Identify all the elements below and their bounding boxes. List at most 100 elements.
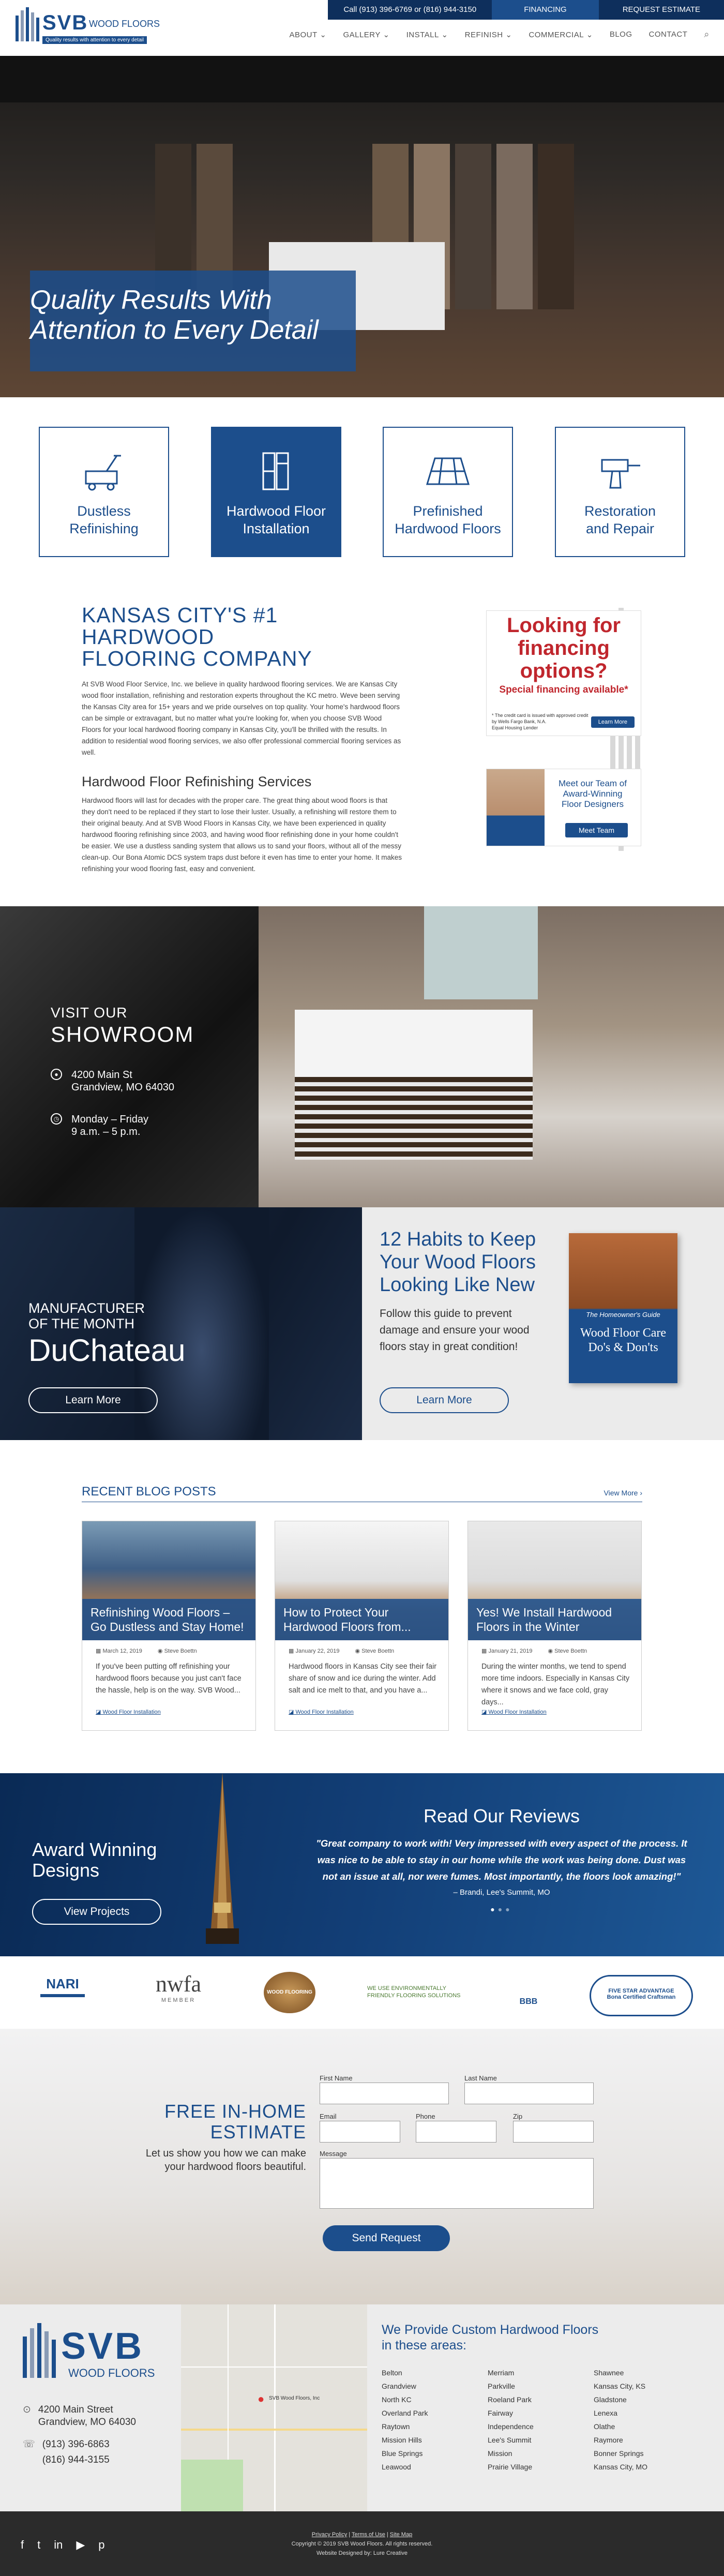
first-name-label: First Name <box>320 2074 353 2082</box>
footer-logo-icon <box>23 2323 56 2378</box>
nav-install[interactable]: INSTALL ⌄ <box>406 30 448 39</box>
nav-blog[interactable]: BLOG <box>610 30 632 39</box>
blog-title[interactable]: Refinishing Wood Floors – Go Dustless an… <box>82 1599 255 1640</box>
top-bar: Call (913) 396-6769 or (816) 944-3150 FI… <box>328 0 724 20</box>
footer-address: ⊙ 4200 Main Street Grandview, MO 64030 <box>23 2404 136 2428</box>
last-name-field[interactable] <box>464 2083 594 2104</box>
logo-subtext: WOOD FLOORS <box>89 19 160 29</box>
last-name-label: Last Name <box>464 2074 497 2082</box>
main-nav: ABOUT ⌄ GALLERY ⌄ INSTALL ⌄ REFINISH ⌄ C… <box>290 29 710 40</box>
floorboards-icon <box>426 457 470 485</box>
terms-link[interactable]: Terms of Use <box>352 2532 385 2538</box>
sander-icon <box>85 455 121 491</box>
message-label: Message <box>320 2150 347 2158</box>
nav-contact[interactable]: CONTACT <box>649 30 688 39</box>
blog-card[interactable]: Yes! We Install Hardwood Floors in the W… <box>467 1521 642 1731</box>
chevron-down-icon: ⌄ <box>441 30 448 39</box>
map[interactable]: ● SVB Wood Floors, Inc <box>181 2304 367 2511</box>
search-icon[interactable]: ⌕ <box>704 29 710 40</box>
service-prefinished-floors[interactable]: Prefinished Hardwood Floors <box>383 427 513 557</box>
site-header: SVB WOOD FLOORS Quality results with att… <box>0 0 724 56</box>
city-item: Prairie Village <box>488 2463 533 2471</box>
phone-field[interactable] <box>416 2121 496 2143</box>
team-card[interactable]: Meet our Team of Award-Winning Floor Desig… <box>486 769 641 846</box>
user-icon: ◉ <box>157 1648 163 1654</box>
city-item: Lee's Summit <box>488 2436 532 2444</box>
blog-tag[interactable]: ◪ Wood Floor Installation <box>481 1709 547 1715</box>
intro-title: KANSAS CITY'S #1 HARDWOOD FLOORING COMPAN… <box>82 603 312 670</box>
blog-header: RECENT BLOG POSTS View More › <box>82 1485 642 1502</box>
financing-button[interactable]: FINANCING <box>492 0 599 20</box>
display-panel <box>496 144 533 309</box>
map-pin-icon: ● <box>51 1069 62 1080</box>
view-projects-button[interactable]: View Projects <box>32 1899 161 1925</box>
blog-card[interactable]: Refinishing Wood Floors – Go Dustless an… <box>82 1521 256 1731</box>
footer-logo-text: SVB <box>61 2326 144 2367</box>
dot-icon[interactable]: ● <box>498 1905 505 1913</box>
footer-phone-link[interactable]: (816) 944-3155 <box>42 2454 110 2465</box>
service-label: Hardwood Floors <box>395 521 501 536</box>
chevron-right-icon: › <box>640 1489 642 1497</box>
blog-tag[interactable]: ◪ Wood Floor Installation <box>96 1709 161 1715</box>
send-request-button[interactable]: Send Request <box>323 2225 450 2251</box>
blog-title[interactable]: How to Protect Your Hardwood Floors from… <box>275 1599 448 1640</box>
book-title: Wood Floor Care Do's & Don'ts <box>580 1326 667 1354</box>
service-label: Refinishing <box>69 521 139 536</box>
countertop <box>295 1010 533 1077</box>
service-restoration-repair[interactable]: Restoration and Repair <box>555 427 685 557</box>
wood-flooring-badge: WOOD FLOORING <box>264 1972 315 2013</box>
nav-about[interactable]: ABOUT ⌄ <box>290 30 327 39</box>
map-pin-icon[interactable]: ● <box>258 2392 264 2406</box>
logo[interactable]: SVB WOOD FLOORS Quality results with att… <box>13 5 163 49</box>
tag-icon: ◪ <box>481 1709 487 1715</box>
map-pin-icon: ⊙ <box>23 2404 31 2415</box>
request-estimate-button[interactable]: REQUEST ESTIMATE <box>598 0 724 20</box>
showroom-hours: ◷ Monday – Friday 9 a.m. – 5 p.m. <box>51 1113 194 1138</box>
city-item: Shawnee <box>594 2369 624 2377</box>
dot-icon[interactable]: ● <box>490 1905 497 1913</box>
logo-tagline: Quality results with attention to every … <box>42 36 147 44</box>
city-item: Blue Springs <box>382 2449 423 2458</box>
message-field[interactable] <box>320 2158 594 2209</box>
financing-learn-more-button[interactable]: Learn More <box>591 716 635 728</box>
book-subtitle: The Homeowner's Guide <box>586 1311 660 1319</box>
email-field[interactable] <box>320 2121 400 2143</box>
privacy-link[interactable]: Privacy Policy <box>312 2532 347 2538</box>
areas-title: We Provide Custom Hardwood Floors in thes… <box>382 2323 599 2353</box>
service-hardwood-installation[interactable]: Hardwood Floor Installation <box>211 427 341 557</box>
city-item: Merriam <box>488 2369 515 2377</box>
city-item: Roeland Park <box>488 2395 532 2404</box>
partner-logos: NARI nwfa MEMBER WOOD FLOORING WE USE ENV… <box>0 1956 724 2029</box>
financing-subtitle: Special financing available* <box>499 684 628 695</box>
service-label: Restoration <box>584 503 656 519</box>
meet-team-button[interactable]: Meet Team <box>565 823 628 837</box>
city-item: North KC <box>382 2395 412 2404</box>
sitemap-link[interactable]: Site Map <box>390 2532 412 2538</box>
showroom-title: SHOWROOM <box>51 1022 194 1046</box>
view-more-link[interactable]: View More › <box>604 1489 642 1497</box>
service-label: Dustless <box>77 503 131 519</box>
phone-link[interactable]: Call (913) 396-6769 or (816) 944-3150 <box>328 0 492 20</box>
blog-card[interactable]: How to Protect Your Hardwood Floors from… <box>275 1521 449 1731</box>
nav-gallery[interactable]: GALLERY ⌄ <box>343 30 389 39</box>
first-name-field[interactable] <box>320 2083 449 2104</box>
zip-field[interactable] <box>513 2121 594 2143</box>
dot-icon[interactable]: ● <box>505 1905 512 1913</box>
service-dustless-refinishing[interactable]: Dustless Refinishing <box>39 427 169 557</box>
blog-title[interactable]: Yes! We Install Hardwood Floors in the W… <box>468 1599 641 1640</box>
tag-icon: ◪ <box>289 1709 294 1715</box>
guide-book[interactable]: The Homeowner's Guide Wood Floor Care Do'… <box>569 1233 677 1383</box>
nav-refinish[interactable]: REFINISH ⌄ <box>465 30 512 39</box>
review-author: – Brandi, Lee's Summit, MO <box>453 1888 550 1897</box>
footer-phone-link[interactable]: (913) 396-6863 <box>42 2439 110 2450</box>
map-label: SVB Wood Floors, Inc <box>269 2395 320 2401</box>
manufacturer-learn-more-button[interactable]: Learn More <box>28 1387 158 1413</box>
nav-commercial[interactable]: COMMERCIAL ⌄ <box>529 30 593 39</box>
guide-learn-more-button[interactable]: Learn More <box>380 1387 509 1413</box>
hero-line: Attention to Every Detail <box>30 315 319 345</box>
manufacturer-section: MANUFACTURER OF THE MONTH DuChateau Learn… <box>0 1207 362 1440</box>
carousel-dots[interactable]: ●●● <box>300 1905 703 1913</box>
blog-tag[interactable]: ◪ Wood Floor Installation <box>289 1709 354 1715</box>
footer-legal: Privacy Policy | Terms of Use | Site Map… <box>0 2530 724 2558</box>
financing-card[interactable]: Looking for financing options? Special fin… <box>486 610 641 736</box>
